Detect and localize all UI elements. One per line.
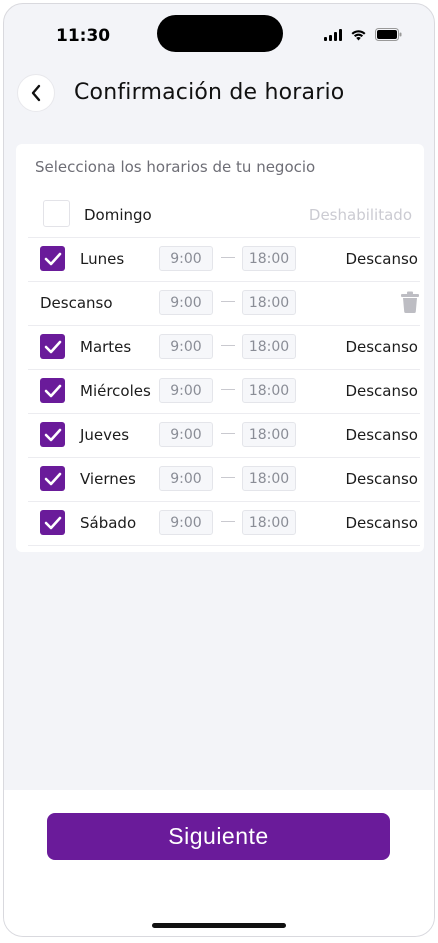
end-time-input[interactable]: 18:00 (242, 466, 296, 491)
break-end-input[interactable]: 18:00 (242, 290, 296, 315)
day-row-martes: Martes 9:00 18:00 Descanso (28, 325, 420, 370)
status-icons (324, 28, 402, 41)
time-separator (221, 521, 235, 522)
end-time-input[interactable]: 18:00 (242, 378, 296, 403)
next-button[interactable]: Siguiente (47, 813, 390, 860)
day-row-domingo: Domingo Deshabilitado (28, 193, 420, 238)
check-icon (44, 384, 61, 397)
end-time-input[interactable]: 18:00 (242, 422, 296, 447)
day-label: Miércoles (80, 382, 151, 400)
signal-icon (324, 28, 342, 41)
day-row-lunes: Lunes 9:00 18:00 Descanso (28, 237, 420, 282)
trash-icon[interactable] (400, 291, 420, 317)
day-label: Viernes (80, 470, 136, 488)
end-time-input[interactable]: 18:00 (242, 246, 296, 271)
start-time-input[interactable]: 9:00 (159, 466, 213, 491)
add-break-button[interactable]: Descanso (345, 250, 418, 268)
chevron-left-icon (31, 84, 41, 102)
add-break-button[interactable]: Descanso (345, 470, 418, 488)
disabled-status: Deshabilitado (308, 206, 412, 224)
check-icon (44, 472, 61, 485)
day-label: Sábado (80, 514, 137, 532)
header: Confirmación de horario (4, 72, 434, 116)
day-row-sabado: Sábado 9:00 18:00 Descanso (28, 501, 420, 546)
break-row: Descanso 9:00 18:00 (28, 281, 420, 326)
checkbox-viernes[interactable] (40, 466, 65, 491)
day-label: Lunes (80, 250, 125, 268)
break-label: Descanso (40, 294, 113, 312)
checkbox-jueves[interactable] (40, 422, 65, 447)
time-separator (221, 345, 235, 346)
end-time-input[interactable]: 18:00 (242, 510, 296, 535)
add-break-button[interactable]: Descanso (345, 382, 418, 400)
day-row-jueves: Jueves 9:00 18:00 Descanso (28, 413, 420, 458)
check-icon (44, 252, 61, 265)
time-separator (221, 389, 235, 390)
status-bar: 11:30 (4, 4, 434, 74)
checkbox-domingo[interactable] (43, 200, 70, 227)
time-separator (221, 477, 235, 478)
day-label: Jueves (80, 426, 130, 444)
back-button[interactable] (17, 74, 55, 112)
add-break-button[interactable]: Descanso (345, 426, 418, 444)
day-label: Martes (80, 338, 132, 356)
add-break-button[interactable]: Descanso (345, 338, 418, 356)
add-break-button[interactable]: Descanso (345, 514, 418, 532)
status-time: 11:30 (56, 26, 111, 46)
home-indicator (152, 923, 286, 928)
schedule-card: Selecciona los horarios de tu negocio Do… (16, 144, 424, 552)
checkbox-martes[interactable] (40, 334, 65, 359)
break-start-input[interactable]: 9:00 (159, 290, 213, 315)
day-label: Domingo (84, 206, 152, 224)
start-time-input[interactable]: 9:00 (159, 510, 213, 535)
card-subtitle: Selecciona los horarios de tu negocio (35, 158, 316, 176)
footer: Siguiente (4, 790, 434, 936)
wifi-icon (350, 29, 367, 41)
start-time-input[interactable]: 9:00 (159, 378, 213, 403)
start-time-input[interactable]: 9:00 (159, 246, 213, 271)
start-time-input[interactable]: 9:00 (159, 334, 213, 359)
start-time-input[interactable]: 9:00 (159, 422, 213, 447)
time-separator (221, 301, 235, 302)
dynamic-island (157, 15, 283, 52)
checkbox-miercoles[interactable] (40, 378, 65, 403)
battery-icon (375, 28, 402, 41)
page-title: Confirmación de horario (74, 80, 345, 105)
checkbox-sabado[interactable] (40, 510, 65, 535)
end-time-input[interactable]: 18:00 (242, 334, 296, 359)
time-separator (221, 257, 235, 258)
checkbox-lunes[interactable] (40, 246, 65, 271)
time-separator (221, 433, 235, 434)
check-icon (44, 428, 61, 441)
check-icon (44, 340, 61, 353)
day-row-miercoles: Miércoles 9:00 18:00 Descanso (28, 369, 420, 414)
check-icon (44, 516, 61, 529)
phone-frame: 11:30 Confirmación de horario Selecciona… (3, 3, 435, 937)
day-row-viernes: Viernes 9:00 18:00 Descanso (28, 457, 420, 502)
